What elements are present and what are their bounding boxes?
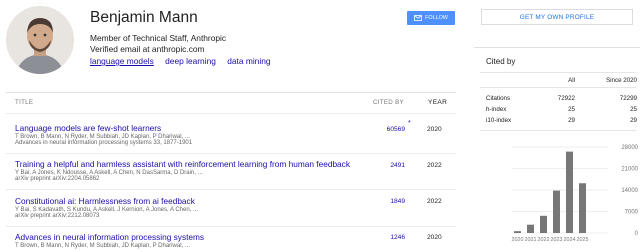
divider — [6, 92, 456, 93]
profile-email: Verified email at anthropic.com — [90, 44, 205, 54]
y-tick-label: 0 — [635, 231, 639, 237]
sidebar: GET MY OWN PROFILE Cited by All Since 20… — [474, 0, 640, 251]
column-header-title[interactable]: TITLE — [15, 99, 33, 106]
interest-link-deep-learning[interactable]: deep learning — [165, 56, 216, 66]
avatar[interactable] — [6, 6, 74, 74]
article-year: 2020 — [427, 126, 442, 133]
metric-label-h-index: h-index — [486, 106, 507, 113]
cited-by-count-link[interactable]: 1849 — [365, 198, 405, 205]
bar-2020[interactable] — [514, 231, 521, 233]
y-tick-label: 21000 — [621, 167, 638, 173]
column-header-all: All — [568, 77, 575, 84]
follow-label: FOLLOW — [425, 15, 448, 21]
article-venue: arXiv preprint arXiv:2204.05862 — [15, 176, 100, 182]
article-authors: T Brown, B Mann, N Ryder, M Subbiah, JD … — [15, 243, 190, 249]
metric-label-citations: Citations — [486, 95, 511, 102]
profile-affiliation: Member of Technical Staff, Anthropic — [90, 33, 227, 43]
metric-since-h-index: 25 — [630, 106, 637, 113]
cited-by-count-link[interactable]: 1246 — [365, 234, 405, 241]
column-header-year[interactable]: YEAR — [428, 99, 447, 106]
divider — [480, 72, 636, 73]
interest-link-data-mining[interactable]: data mining — [227, 56, 270, 66]
cited-by-title: Cited by — [486, 57, 516, 66]
interest-link-language-models[interactable]: language models — [90, 56, 154, 66]
y-tick-label: 7000 — [625, 210, 639, 216]
bar-2024[interactable] — [566, 151, 573, 233]
avatar-image — [6, 6, 74, 74]
bar-2025[interactable] — [579, 183, 586, 233]
x-tick-label: 2024 — [564, 237, 576, 243]
divider — [6, 153, 456, 154]
article-year: 2022 — [427, 198, 442, 205]
divider — [6, 226, 456, 227]
get-my-own-profile-button[interactable]: GET MY OWN PROFILE — [481, 9, 633, 25]
article-title-link[interactable]: Constitutional ai: Harmlessness from ai … — [15, 196, 365, 206]
metric-all-i10-index: 29 — [568, 117, 575, 124]
x-tick-label: 2022 — [538, 237, 550, 243]
citations-per-year-chart: 28000 21000 14000 7000 0 2020 2021 2022 2023 2024… — [512, 145, 639, 243]
follow-button[interactable]: FOLLOW — [407, 11, 455, 25]
mail-icon — [414, 15, 423, 21]
article-year: 2022 — [427, 162, 442, 169]
bar-2021[interactable] — [527, 224, 534, 233]
x-tick-label: 2025 — [577, 237, 589, 243]
x-tick-label: 2020 — [512, 237, 524, 243]
y-tick-label: 14000 — [621, 188, 638, 194]
divider — [6, 113, 456, 114]
article-venue: Advances in neural information processin… — [15, 140, 193, 146]
divider — [480, 130, 636, 131]
cited-by-count-link[interactable]: 60569 — [365, 126, 405, 133]
column-header-cited-by[interactable]: CITED BY — [373, 99, 404, 106]
article-title-link[interactable]: Training a helpful and harmless assistan… — [15, 159, 365, 169]
article-title-link[interactable]: Language models are few-shot learners — [15, 123, 365, 133]
article-title-link[interactable]: Advances in neural information processin… — [15, 232, 365, 242]
cited-by-count-link[interactable]: 2491 — [365, 162, 405, 169]
metric-since-citations: 72299 — [619, 95, 637, 102]
table-row: Training a helpful and harmless assistan… — [15, 159, 365, 182]
metric-label-i10-index: i10-index — [486, 117, 512, 124]
column-header-since: Since 2020 — [606, 77, 637, 84]
table-row: Advances in neural information processin… — [15, 232, 365, 249]
metric-all-citations: 72922 — [557, 95, 575, 102]
metric-all-h-index: 25 — [568, 106, 575, 113]
divider — [480, 87, 636, 88]
x-tick-label: 2023 — [551, 237, 563, 243]
merged-citation-star[interactable]: * — [408, 120, 411, 127]
table-row: Language models are few-shot learners T … — [15, 123, 365, 146]
article-year: 2020 — [427, 234, 442, 241]
research-interests: language models deep learning data minin… — [90, 56, 280, 66]
profile-name: Benjamin Mann — [90, 9, 198, 26]
bar-2023[interactable] — [553, 190, 560, 233]
divider — [6, 189, 456, 190]
article-venue: arXiv preprint arXiv:2212.08073 — [15, 213, 100, 219]
metric-since-i10-index: 29 — [630, 117, 637, 124]
profile-section: Benjamin Mann Member of Technical Staff,… — [0, 0, 462, 251]
y-tick-label: 28000 — [621, 145, 638, 151]
x-tick-label: 2021 — [525, 237, 537, 243]
table-row: Constitutional ai: Harmlessness from ai … — [15, 196, 365, 219]
bar-2022[interactable] — [540, 215, 547, 233]
